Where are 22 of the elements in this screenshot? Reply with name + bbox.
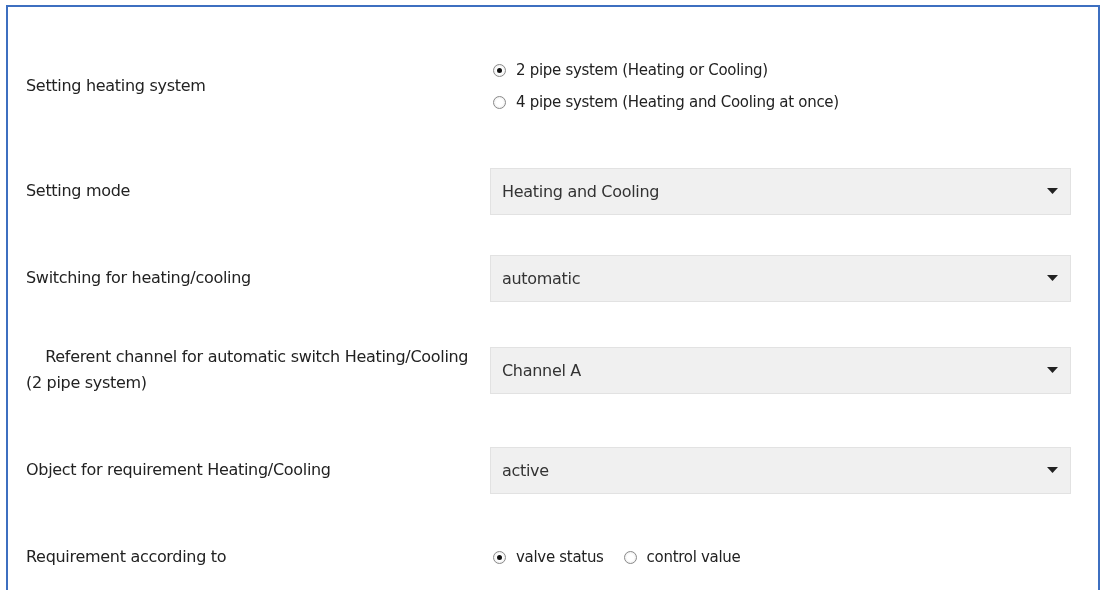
caret-icon [1047,275,1058,281]
caret-icon [1047,367,1058,373]
setting-label: Referent channel for automatic switch Heating/Cooling (2 pipe system) [25,346,470,394]
dropdown[interactable]: Channel A [490,346,1071,394]
dropdown[interactable]: automatic [490,254,1071,302]
setting-label: Switching for heating/cooling [25,267,252,290]
dropdown[interactable]: Heating and Cooling [490,167,1071,215]
setting-label: Setting mode [25,180,132,203]
radio-button[interactable] [493,63,506,77]
setting-label: Requirement according to [25,546,228,569]
radio-button[interactable] [623,550,637,564]
radio-label: valve status [516,548,604,566]
radio-label: 4 pipe system (Heating and Cooling at once) [516,93,839,111]
setting-label: Object for requirement Heating/Cooling [25,459,332,482]
radio-button[interactable] [493,550,506,564]
caret-icon [1047,467,1058,473]
radio-label: 2 pipe system (Heating or Cooling) [516,61,768,79]
radio-label: control value [646,548,741,566]
caret-icon [1047,188,1058,194]
radio-button[interactable] [493,95,506,109]
setting-label: Setting heating system [25,75,207,98]
dropdown[interactable]: active [490,446,1071,494]
